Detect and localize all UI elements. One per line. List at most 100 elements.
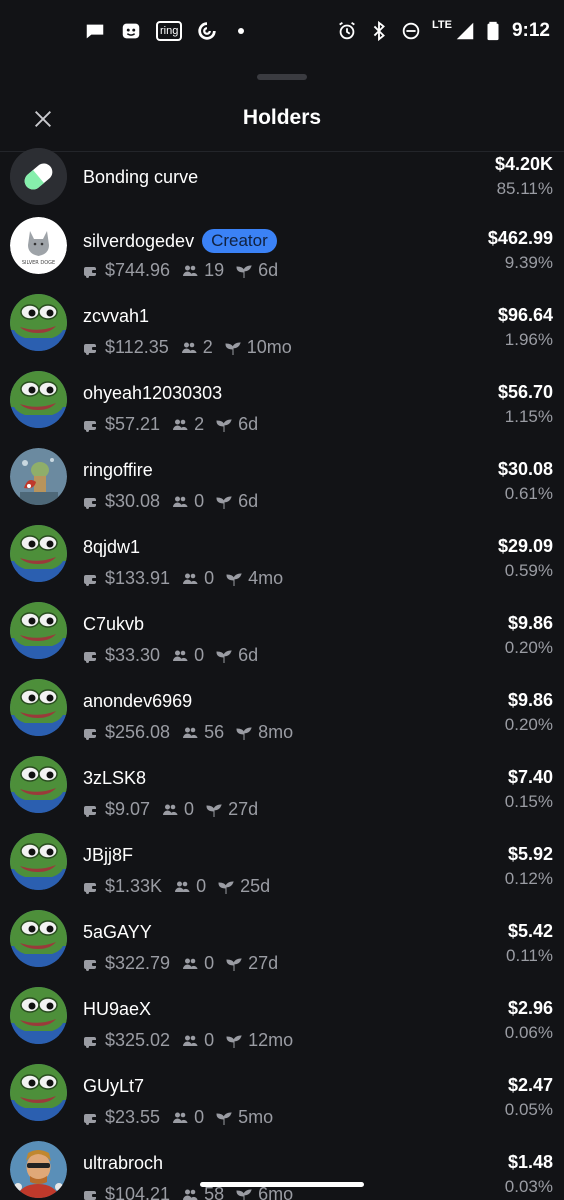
wallet-icon: [84, 1190, 98, 1200]
holder-followers: 0: [194, 491, 205, 511]
holder-percent: 9.39%: [504, 253, 553, 272]
holder-percent: 0.05%: [504, 1100, 553, 1119]
holder-age: 6d: [238, 645, 259, 665]
holder-balance: $57.21: [105, 414, 161, 434]
bluetooth-icon: [368, 20, 390, 42]
do-not-disturb-icon: [400, 20, 422, 42]
sprout-icon: [218, 880, 234, 894]
followers-icon: [183, 1035, 198, 1046]
holder-value: $4.20K: [494, 154, 553, 174]
holder-percent: 0.59%: [504, 561, 553, 580]
svg-text:SILVER DOGE: SILVER DOGE: [22, 260, 55, 266]
holder-name: ultrabroch: [83, 1153, 164, 1173]
holder-row-JBjj8F[interactable]: JBjj8F $1.33K 0 25d $5.92 0.12%: [0, 826, 564, 903]
holder-value: $96.64: [497, 305, 553, 325]
holder-followers: 0: [194, 645, 205, 665]
more-notifications-dot: [238, 28, 245, 34]
followers-icon: [163, 804, 178, 815]
holder-value: $9.86: [507, 690, 553, 710]
holder-name: silverdogedev: [83, 230, 195, 251]
avatar-pepe: [10, 1064, 67, 1121]
holder-name: Bonding curve: [83, 167, 199, 187]
holder-value: $2.96: [507, 998, 553, 1018]
dog-app-icon: [120, 20, 142, 42]
avatar-silverdoge: SILVER DOGE: [10, 217, 67, 274]
holder-value: $29.09: [497, 536, 553, 556]
followers-icon: [183, 265, 198, 276]
avatar-pepe: [10, 294, 67, 351]
holder-row-ringoffire[interactable]: ringoffire $30.08 0 6d $30.08 0.61%: [0, 441, 564, 518]
lte-label: LTE: [432, 19, 452, 31]
wallet-icon: [84, 959, 98, 971]
holder-row-C7ukvb[interactable]: C7ukvb $33.30 0 6d $9.86 0.20%: [0, 595, 564, 672]
avatar-pepe: [10, 679, 67, 736]
followers-icon: [173, 496, 188, 507]
holder-percent: 1.96%: [504, 330, 553, 349]
holder-row-3zLSK8[interactable]: 3zLSK8 $9.07 0 27d $7.40 0.15%: [0, 749, 564, 826]
holder-name: JBjj8F: [83, 845, 134, 865]
holder-meta: $133.91 0 4mo: [83, 568, 283, 589]
holder-meta: $744.96 19 6d: [83, 260, 278, 281]
sprout-icon: [236, 264, 252, 278]
holder-value: $30.08: [497, 459, 553, 479]
holder-row-HU9aeX[interactable]: HU9aeX $325.02 0 12mo $2.96 0.06%: [0, 980, 564, 1057]
sprout-icon: [226, 957, 242, 971]
status-bar: ring LTE 9:12: [0, 0, 564, 64]
home-indicator[interactable]: [200, 1182, 364, 1187]
sheet-drag-handle[interactable]: [257, 74, 307, 80]
holder-percent: 0.12%: [504, 869, 553, 888]
holder-meta: $30.08 0 6d: [83, 491, 258, 512]
followers-icon: [175, 881, 190, 892]
holder-value: $9.86: [507, 613, 553, 633]
notification-icons: ring: [84, 20, 245, 42]
avatar-ultrabroch: [10, 1141, 67, 1198]
avatar-pepe: [10, 756, 67, 813]
holder-age: 5mo: [238, 1107, 274, 1127]
holder-row-5aGAYY[interactable]: 5aGAYY $322.79 0 27d $5.42 0.11%: [0, 903, 564, 980]
followers-icon: [173, 650, 188, 661]
holder-meta: $57.21 2 6d: [83, 414, 258, 435]
bonding-curve-row[interactable]: Bonding curve $4.20K 85.11%: [0, 146, 564, 210]
avatar-pepe: [10, 910, 67, 967]
holder-meta: $33.30 0 6d: [83, 645, 258, 666]
ring-app-icon: ring: [156, 21, 183, 41]
holder-row-ultrabroch[interactable]: ultrabroch $104.21 58 6mo $1.48 0.03%: [0, 1134, 564, 1200]
holder-percent: 0.61%: [504, 484, 553, 503]
holder-row-ohyeah12030303[interactable]: ohyeah12030303 $57.21 2 6d $56.70 1.15%: [0, 364, 564, 441]
holder-row-8qjdw1[interactable]: 8qjdw1 $133.91 0 4mo $29.09 0.59%: [0, 518, 564, 595]
holder-age: 25d: [240, 876, 271, 896]
holder-percent: 0.06%: [504, 1023, 553, 1042]
holder-row-zcvvah1[interactable]: zcvvah1 $112.35 2 10mo $96.64 1.96%: [0, 287, 564, 364]
wallet-icon: [84, 1036, 98, 1048]
wallet-icon: [84, 266, 98, 278]
holder-name: HU9aeX: [83, 999, 152, 1019]
holder-row-GUyLt7[interactable]: GUyLt7 $23.55 0 5mo $2.47 0.05%: [0, 1057, 564, 1134]
holder-name: C7ukvb: [83, 614, 145, 634]
holder-name: 5aGAYY: [83, 922, 152, 942]
holder-row-silverdogedev[interactable]: SILVER DOGE silverdogedev Creator $744.9…: [0, 210, 564, 287]
holder-value: $1.48: [507, 1152, 553, 1172]
holder-row-anondev6969[interactable]: anondev6969 $256.08 56 8mo $9.86 0.20%: [0, 672, 564, 749]
pill-icon: [10, 148, 67, 205]
holder-percent: 1.15%: [504, 407, 553, 426]
holder-name: GUyLt7: [83, 1076, 145, 1096]
followers-icon: [183, 573, 198, 584]
holders-screen: ring LTE 9:12 Holders Bonding curve $4.2…: [0, 0, 564, 1200]
holder-balance: $325.02: [105, 1030, 171, 1050]
wallet-icon: [84, 1113, 98, 1125]
avatar-pepe: [10, 371, 67, 428]
creator-badge: Creator: [202, 229, 277, 253]
wallet-icon: [84, 882, 98, 894]
sprout-icon: [216, 418, 232, 432]
holder-followers: 2: [194, 414, 205, 434]
wallet-icon: [84, 420, 98, 432]
signal-icon: [454, 20, 476, 42]
holder-value: $462.99: [487, 228, 553, 248]
holder-value: $56.70: [497, 382, 553, 402]
holder-value: $5.92: [507, 844, 553, 864]
holder-meta: $256.08 56 8mo: [83, 722, 293, 743]
holder-name: 3zLSK8: [83, 768, 147, 788]
avatar-ringoffire: [10, 448, 67, 505]
wallet-icon: [84, 805, 98, 817]
holder-name: ringoffire: [83, 460, 153, 480]
